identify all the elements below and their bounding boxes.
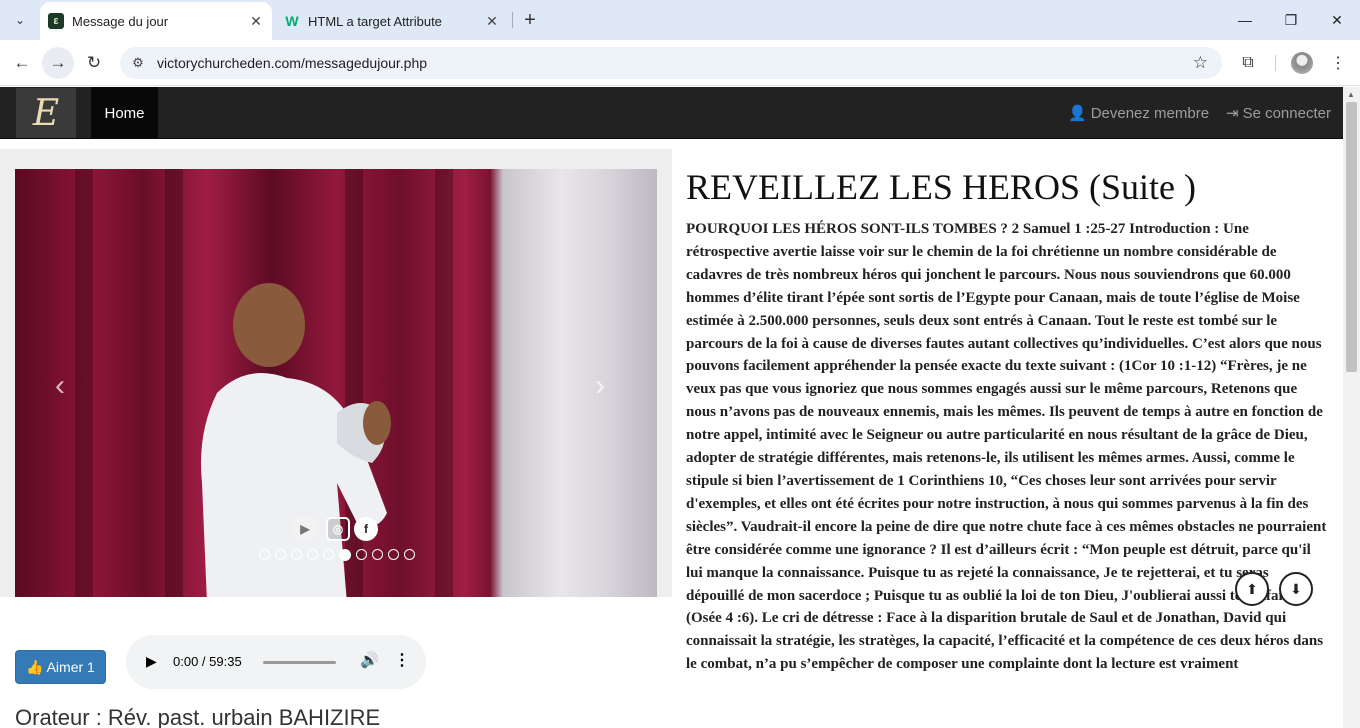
thumbs-up-icon: 👍 — [26, 658, 44, 675]
tab-message-du-jour[interactable]: ε Message du jour ✕ — [40, 2, 272, 40]
carousel-dot[interactable] — [323, 549, 334, 560]
site-navbar: E Home 👤 Devenez membre ⇥ Se connecter — [0, 87, 1343, 139]
audio-more-icon[interactable]: ⋮ — [394, 650, 410, 670]
vc-favicon-icon: ε — [48, 13, 64, 29]
audio-progress-slider[interactable] — [263, 661, 336, 664]
page-viewport: E Home 👤 Devenez membre ⇥ Se connecter ‹… — [0, 87, 1360, 728]
volume-icon[interactable]: 🔊 — [360, 651, 379, 669]
carousel-dot[interactable] — [388, 549, 399, 560]
media-panel: ‹ › ▶ ◎ f — [0, 149, 672, 597]
bookmark-star-icon[interactable]: ☆ — [1193, 53, 1208, 73]
carousel-dot[interactable] — [259, 549, 270, 560]
browser-toolbar: ← → ↻ ⚙ victorychurcheden.com/messageduj… — [0, 40, 1360, 86]
tab-search-icon[interactable]: ⌄ — [8, 8, 32, 32]
new-tab-icon[interactable]: + — [518, 8, 542, 32]
carousel-dot[interactable] — [372, 549, 383, 560]
nav-register[interactable]: 👤 Devenez membre — [1068, 104, 1210, 123]
play-icon[interactable]: ▶ — [146, 653, 157, 670]
profile-avatar[interactable] — [1291, 52, 1313, 74]
curtain-fold — [75, 169, 93, 597]
scrollbar-thumb[interactable] — [1346, 102, 1357, 372]
browser-tabstrip: ⌄ ε Message du jour ✕ W HTML a target At… — [0, 0, 1360, 40]
audio-player: ▶ 0:00 / 59:35 🔊 ⋮ — [126, 635, 426, 689]
reload-icon[interactable]: ↻ — [78, 47, 110, 79]
message-article: REVEILLEZ LES HEROS (Suite ) POURQUOI LE… — [686, 167, 1330, 676]
w3-favicon-icon: W — [285, 13, 299, 29]
carousel-dot[interactable] — [307, 549, 318, 560]
tab-close-icon[interactable]: ✕ — [482, 11, 502, 31]
carousel-dot[interactable] — [291, 549, 302, 560]
minimize-icon[interactable]: — — [1222, 0, 1268, 40]
instagram-icon[interactable]: ◎ — [326, 517, 350, 541]
scroll-up-icon[interactable]: ▲ — [1347, 90, 1355, 99]
toolbar-separator — [1275, 55, 1276, 71]
nav-login[interactable]: ⇥ Se connecter — [1226, 104, 1331, 123]
like-button[interactable]: 👍 Aimer 1 — [15, 650, 106, 684]
nav-register-label: Devenez membre — [1090, 104, 1210, 122]
carousel-dot-active[interactable] — [339, 549, 351, 561]
carousel-dot[interactable] — [275, 549, 286, 560]
tab-title: Message du jour — [72, 13, 169, 29]
site-logo[interactable]: E — [16, 88, 76, 138]
tab-close-icon[interactable]: ✕ — [246, 11, 266, 31]
article-title: REVEILLEZ LES HEROS (Suite ) — [686, 167, 1196, 207]
login-icon: ⇥ — [1226, 105, 1239, 122]
speaker-line: Orateur : Rév. past. urbain BAHIZIRE — [15, 705, 381, 728]
carousel-next-icon[interactable]: › — [595, 369, 605, 403]
restore-icon[interactable]: ❐ — [1268, 0, 1314, 40]
tab-title: HTML a target Attribute — [308, 13, 442, 29]
floating-action-icon[interactable]: ⬇ — [1279, 572, 1313, 606]
youtube-icon[interactable]: ▶ — [293, 517, 317, 541]
site-info-icon[interactable]: ⚙ — [130, 55, 146, 71]
close-window-icon[interactable]: ✕ — [1314, 0, 1360, 40]
nav-login-label: Se connecter — [1242, 104, 1331, 122]
carousel-prev-icon[interactable]: ‹ — [55, 369, 65, 403]
menu-kebab-icon[interactable]: ⋮ — [1326, 51, 1350, 75]
image-carousel[interactable]: ‹ › ▶ ◎ f — [15, 169, 657, 597]
audio-time: 0:00 / 59:35 — [173, 654, 242, 669]
curtain-fold — [435, 169, 453, 597]
carousel-dot[interactable] — [404, 549, 415, 560]
article-text: POURQUOI LES HÉROS SONT-ILS TOMBES ? 2 S… — [686, 221, 1327, 673]
carousel-dot[interactable] — [356, 549, 367, 560]
page-scrollbar[interactable]: ▲ — [1343, 87, 1360, 728]
curtain-fold — [165, 169, 183, 597]
forward-icon[interactable]: → — [42, 47, 74, 79]
back-icon[interactable]: ← — [6, 47, 38, 79]
carousel-indicators — [259, 549, 415, 561]
nav-home[interactable]: Home — [91, 87, 158, 139]
tab-html-target[interactable]: W HTML a target Attribute ✕ — [276, 2, 508, 40]
extensions-icon[interactable]: ⧉ — [1236, 51, 1260, 75]
tab-separator — [512, 12, 513, 28]
logo-letter: E — [32, 92, 60, 134]
facebook-icon[interactable]: f — [354, 517, 378, 541]
floating-action-icon[interactable]: ⬆ — [1235, 572, 1269, 606]
url-text[interactable]: victorychurcheden.com/messagedujour.php — [157, 55, 427, 71]
user-icon: 👤 — [1068, 105, 1087, 122]
like-label: Aimer 1 — [46, 659, 95, 675]
address-bar[interactable]: ⚙ victorychurcheden.com/messagedujour.ph… — [120, 47, 1222, 79]
